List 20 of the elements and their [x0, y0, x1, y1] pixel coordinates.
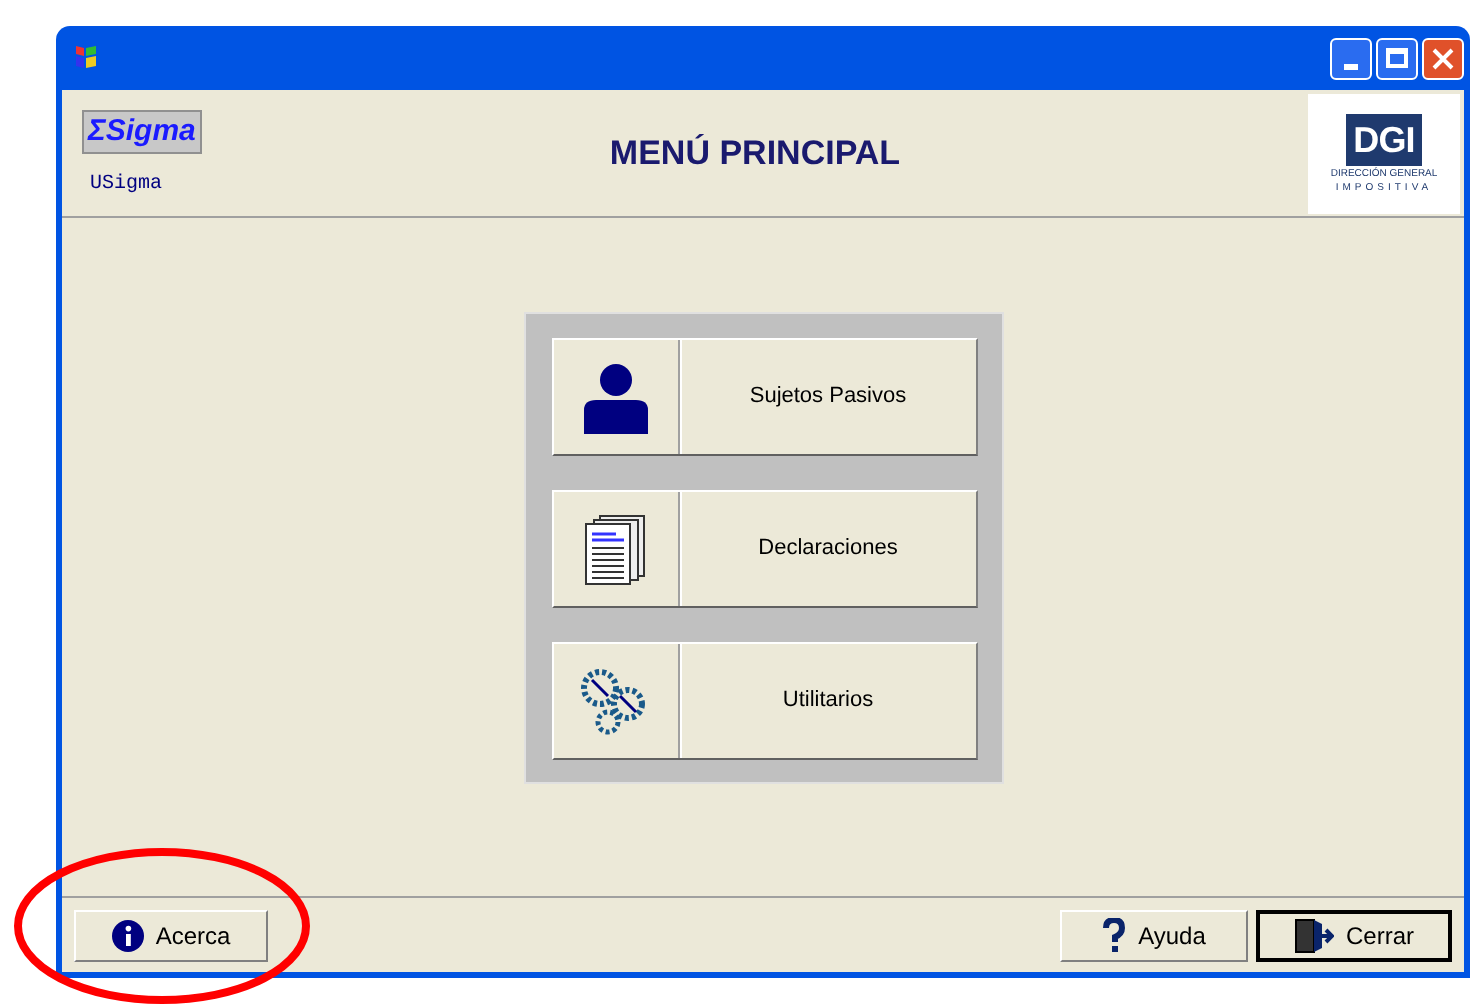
gears-icon: [579, 667, 651, 735]
close-button[interactable]: [1422, 37, 1464, 79]
maximize-button[interactable]: [1376, 37, 1418, 79]
user-name: USigma: [88, 171, 165, 200]
footer-button[interactable]: Cerrar: [1256, 909, 1452, 961]
menu-button[interactable]: Declaraciones: [551, 490, 977, 608]
person-icon: [583, 361, 647, 433]
menu-button[interactable]: Utilitarios: [551, 642, 977, 760]
windows-flag-icon: [70, 42, 102, 74]
close-icon: [1432, 47, 1454, 69]
documents-icon: [583, 513, 647, 585]
menu-button[interactable]: Sujetos Pasivos: [551, 338, 977, 456]
minimize-button[interactable]: [1330, 37, 1372, 79]
page-title: MENÚ PRINCIPAL: [609, 131, 903, 176]
door-exit-icon: [1293, 917, 1334, 953]
question-mark-icon: [1102, 917, 1127, 953]
info-icon: [111, 919, 144, 951]
footer-button[interactable]: Acerca: [74, 909, 268, 961]
app-logo: ΣSigma: [82, 110, 202, 154]
footer-button[interactable]: Ayuda: [1060, 909, 1248, 961]
